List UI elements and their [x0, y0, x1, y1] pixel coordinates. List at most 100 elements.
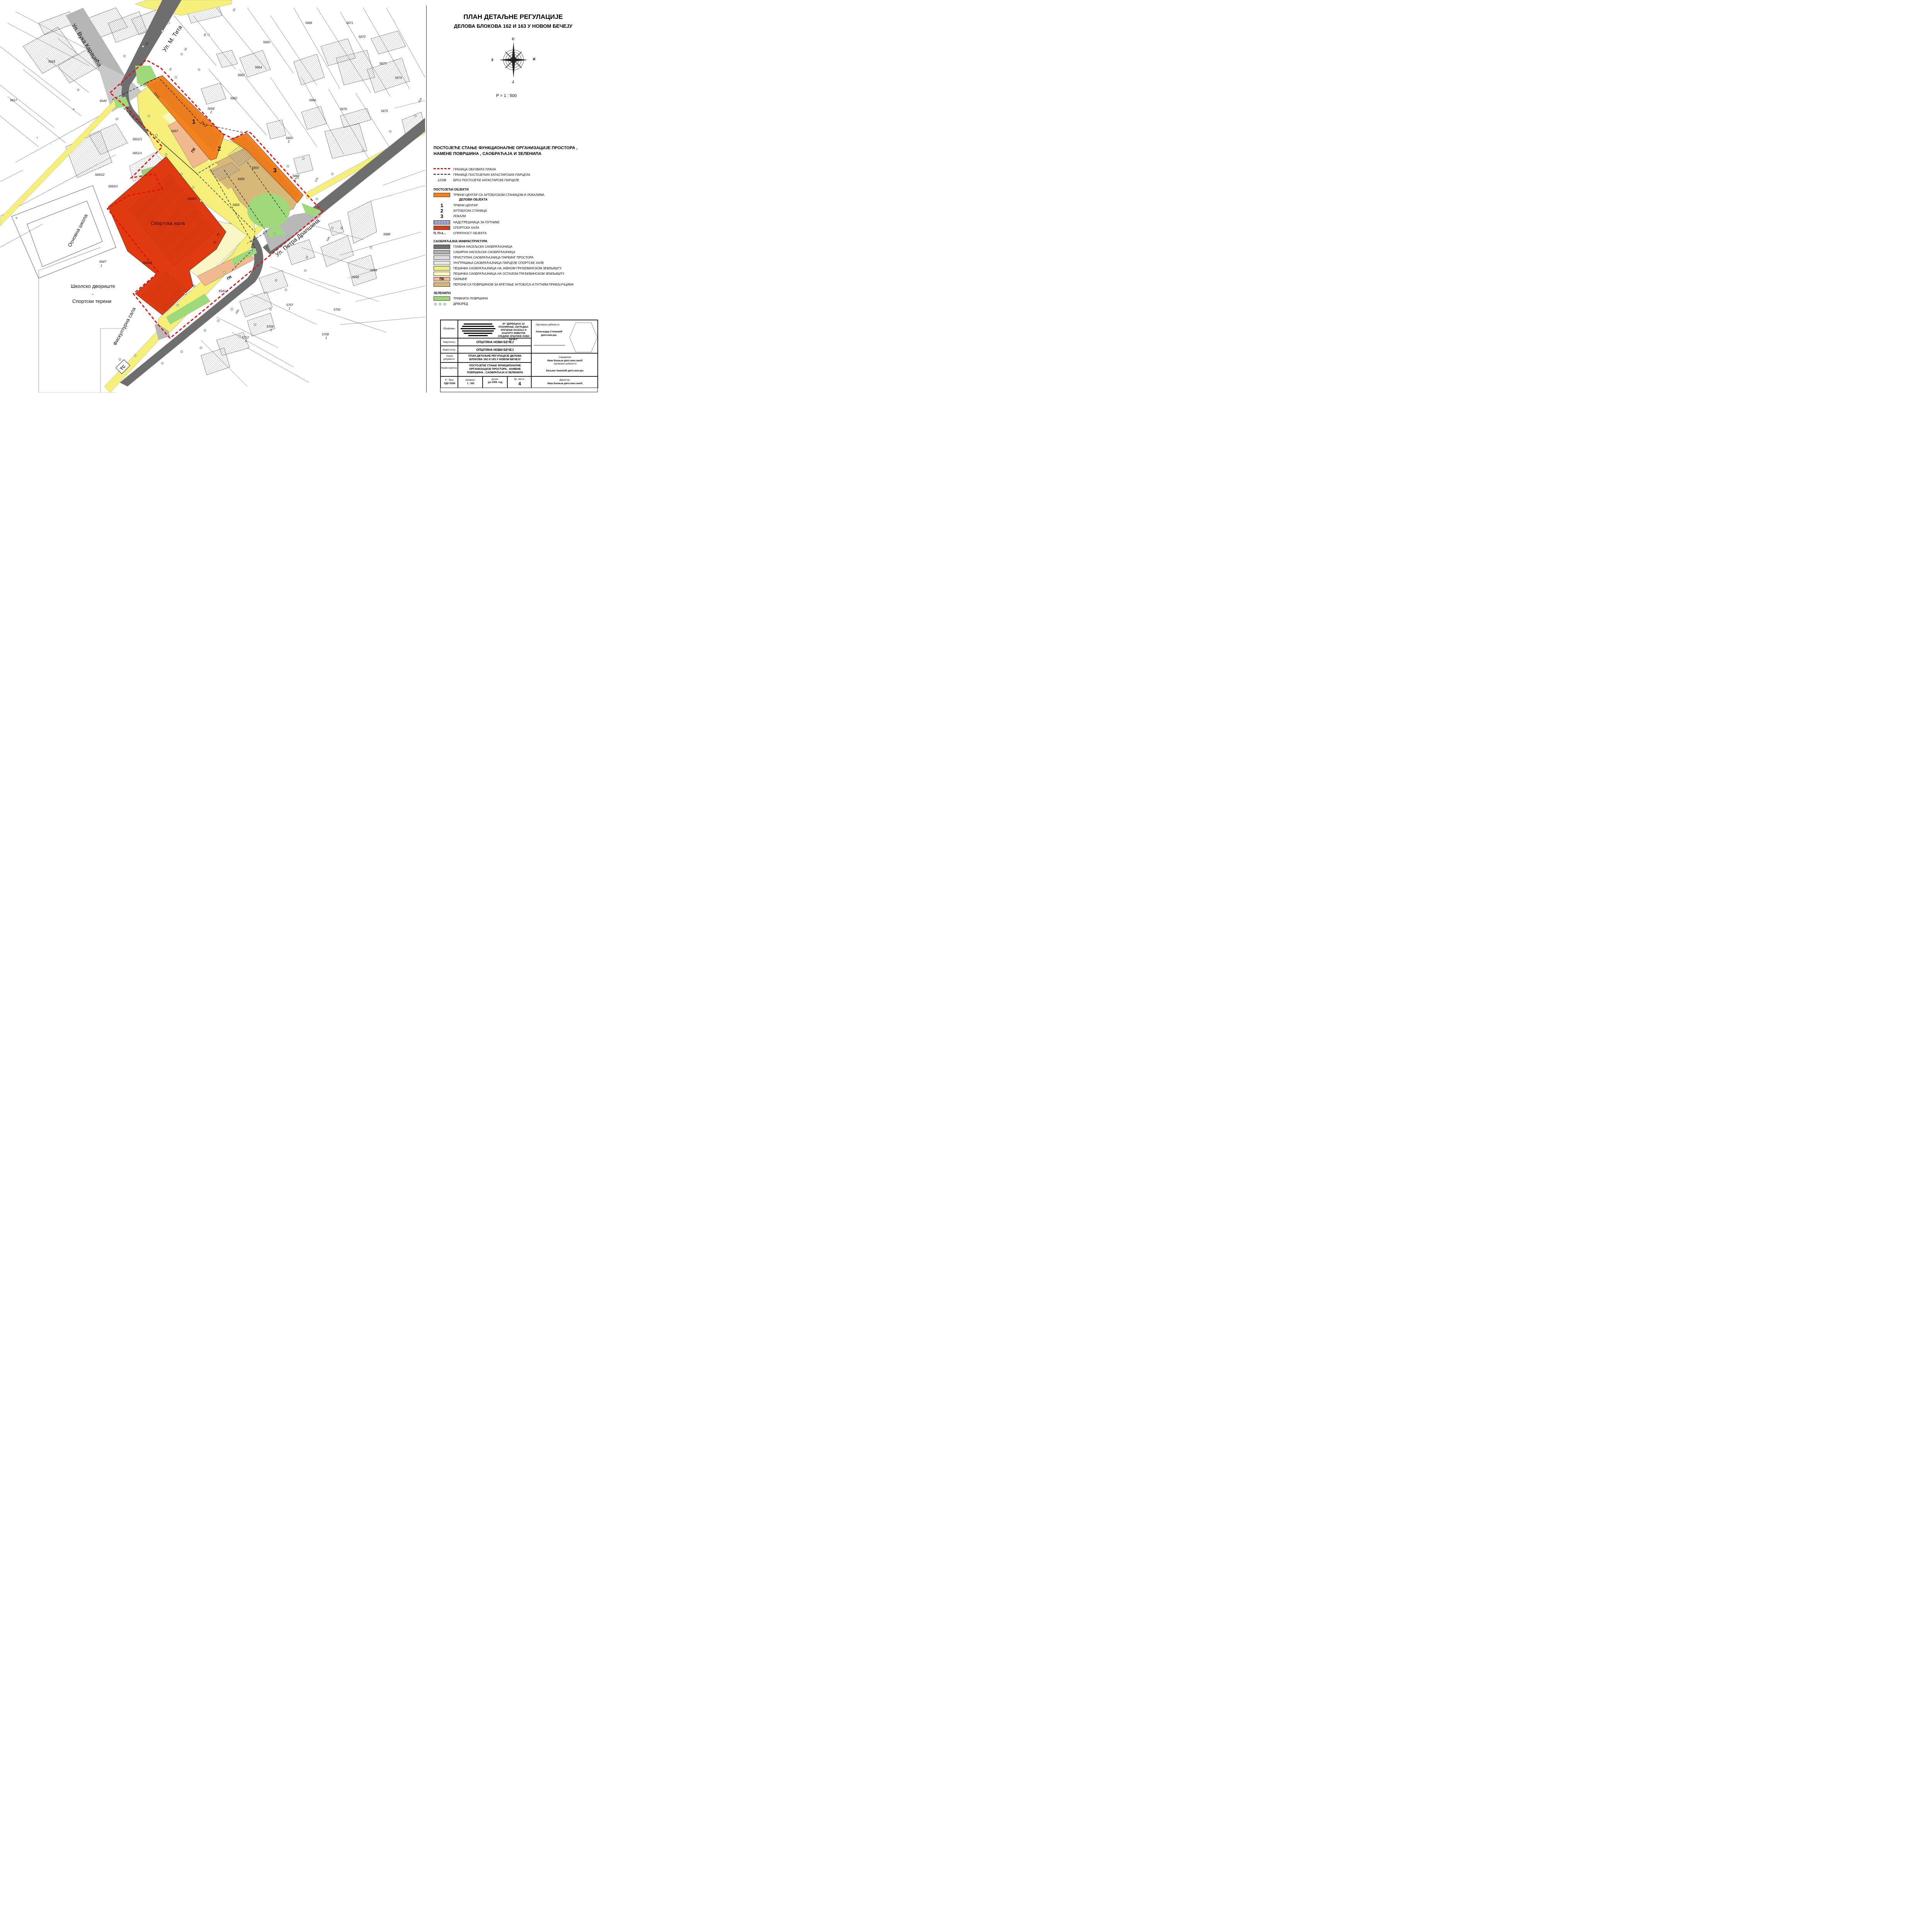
- legend-cadastral: ГРАНИЦЕ ПОСТОЈЕЋИХ КАТАСТАРСКИХ ПАРЦЕЛА: [434, 172, 600, 177]
- tb-investor: ОПШТИНА НОВИ БЕЧЕЈ: [476, 348, 514, 352]
- svg-text:5665: 5665: [263, 41, 270, 44]
- svg-text:5648/2: 5648/2: [143, 261, 152, 265]
- compass-rose-icon: [500, 42, 527, 78]
- legend-section-title: ПОСТОЈЕЋЕ СТАЊЕ ФУНКЦИОНАЛНЕ ОРГАНИЗАЦИЈ…: [434, 146, 578, 156]
- svg-text:5674: 5674: [395, 76, 402, 80]
- svg-text:5675: 5675: [381, 109, 388, 113]
- stamp-hexagon: [569, 322, 598, 352]
- legend-parking: ПК ПАРКИНГ: [434, 276, 600, 282]
- legend-ped-public: ПЕШАЧКА САОБРАЋАЈНИЦА НА ЈАВНОМ ГРАЂЕВИН…: [434, 265, 600, 271]
- tb-director: Иван Бошњак дипл.инж.сааоб.: [547, 383, 583, 385]
- legend-access-road: ПРИСТУПНА САОБРАЋАЈНИЦА ПАРКИНГ ПРОСТОРА: [434, 255, 600, 260]
- legend-ped-other: ПЕШАЧКА САОБРАЋАЈНИЦА НА ОСТАЛОМ ГРАЂЕВИ…: [434, 271, 600, 276]
- legend-part1: 1 ТРЖНИ ЦЕНТАР: [440, 202, 478, 208]
- map-scale: Р = 1 : 500: [496, 94, 517, 98]
- svg-text:5655: 5655: [233, 203, 240, 207]
- svg-text:6540: 6540: [100, 99, 107, 103]
- tb-scale: 1 : 500: [467, 383, 474, 385]
- svg-text:5666: 5666: [309, 99, 316, 102]
- legend-part2: 2 АУТОБУСКА СТАНИЦА: [440, 208, 487, 214]
- svg-text:5616: 5616: [48, 60, 55, 63]
- compass-west: З: [491, 58, 493, 62]
- plan-title: ПЛАН ДЕТАЉНЕ РЕГУЛАЦИЈЕ: [463, 13, 563, 20]
- svg-text:6541: 6541: [219, 289, 226, 293]
- legend-market: ТРЖНИ ЦЕНТАР СА АУТОБУСКОМ СТАНИЦОМ И ЛО…: [434, 192, 600, 197]
- label-yard-dash: -: [92, 291, 94, 297]
- svg-text:5651/1: 5651/1: [133, 151, 142, 155]
- legend-traffic-heading: САОБРАЋАЈНА ИНФРАСТРУКТУРА: [434, 240, 488, 243]
- svg-text:5712: 5712: [242, 336, 249, 339]
- svg-text:5688: 5688: [383, 233, 390, 236]
- legend-internal-road: УНУТРАШЊА САОБРАЋАЈНИЦА ПАРЦЕЛЕ СПОРТСКЕ…: [434, 260, 600, 265]
- legend-trees: ДРВОРЕД: [434, 301, 600, 306]
- svg-text:5656: 5656: [238, 177, 245, 181]
- svg-text:5652/1: 5652/1: [133, 138, 142, 141]
- tb-date: јун 2009. год.: [488, 381, 503, 384]
- legend-main-road: ГЛАВНА НАСЕЉСКА САОБРАЋАЈНИЦА: [434, 244, 600, 249]
- svg-text:5657: 5657: [171, 129, 178, 133]
- org-logo-icon: [461, 323, 495, 336]
- svg-text:5664: 5664: [255, 66, 262, 69]
- legend-greenery-heading: ЗЕЛЕНИЛО: [434, 291, 451, 295]
- svg-text:5650/3: 5650/3: [108, 185, 118, 188]
- part-3: 3: [273, 167, 277, 174]
- tb-org-cell: ЈП "ДИРЕКЦИЈА ЗА ПЛАНИРАЊЕ, ИЗГРАДЊУ, УР…: [458, 320, 531, 341]
- svg-text:2: 2: [210, 111, 212, 114]
- legend-parcel-number: 12338 БРОЈ ПОСТОЈЕЋЕ КАТАСТАРСКЕ ПАРЦЕЛЕ: [437, 178, 519, 182]
- legend-boundary: ГРАНИЦА ОБУХВАТА ПЛАНА: [434, 167, 600, 172]
- svg-text:5648/1: 5648/1: [187, 197, 197, 201]
- part-2: 2: [218, 146, 221, 152]
- legend-platforms: ПЕРОНИ СА ПОВРШИНОМ ЗА КРЕТАЊЕ АУТОБУСА …: [434, 282, 600, 287]
- svg-text:5658: 5658: [207, 107, 214, 111]
- legend-collector-road: САБИРНА НАСЕЉСКА САОБРАЋАЈНИЦА: [434, 249, 600, 255]
- svg-text:5708: 5708: [322, 333, 329, 336]
- svg-text:5663: 5663: [238, 73, 245, 77]
- tb-annex-name: ПОСТОЈЕЋЕ СТАЊЕ ФУНКЦИОНАЛНЕ ОРГАНИЗАЦИЈ…: [467, 364, 523, 374]
- svg-text:5672: 5672: [359, 35, 366, 39]
- regulation-map: Ул. Вука Караџића Ул. М. Тита Ул. Петра …: [0, 0, 426, 393]
- label-sports-hall: Спортска хала: [151, 220, 185, 226]
- svg-text:1: 1: [100, 264, 102, 267]
- compass-south: Ј: [512, 80, 514, 84]
- svg-text:5709: 5709: [267, 325, 274, 328]
- svg-text:5660: 5660: [293, 174, 299, 178]
- label-schoolyard: Школско двориште: [71, 283, 115, 289]
- svg-text:2: 2: [287, 140, 290, 143]
- svg-text:5668: 5668: [305, 21, 312, 25]
- svg-text:2: 2: [294, 178, 296, 181]
- svg-text:1: 1: [270, 328, 272, 332]
- svg-text:5650/2: 5650/2: [95, 173, 105, 177]
- tb-planner-cell: Одговорни урбаниста: Александар Стевкови…: [531, 320, 598, 353]
- svg-text:1: 1: [325, 336, 327, 340]
- tb-doc-name: ПЛАН ДЕТАЉНЕ РЕГУЛАЦИЈЕ ДЕЛОВА БЛОКОВА 1…: [468, 355, 522, 361]
- legend-object-parts-heading: ДЕЛОВИ ОБЈЕКТА: [459, 198, 488, 201]
- title-block: Обрађивач : ЈП "ДИРЕКЦИЈА ЗА ПЛАНИРАЊЕ, …: [440, 320, 598, 392]
- part-1: 1: [192, 119, 196, 125]
- label-sports-fields: Спортски терени: [72, 298, 111, 304]
- legend-panel: ПЛАН ДЕТАЉНЕ РЕГУЛАЦИЈЕ ДЕЛОВА БЛОКОВА 1…: [426, 5, 604, 393]
- svg-text:1: 1: [245, 339, 247, 343]
- svg-text:5696: 5696: [370, 269, 377, 272]
- tb-collaborators: Сарадници: Иван Бошњак дипл.инж.сааоб. о…: [531, 353, 598, 376]
- compass-north: С: [512, 37, 515, 41]
- tb-eno: ПДР 03/09: [444, 383, 456, 385]
- legend-canopy: НАДСТРЕШНИЦА ЗА ПУТНИКЕ: [434, 219, 600, 225]
- svg-text:5659: 5659: [252, 166, 259, 170]
- svg-text:5661: 5661: [286, 136, 293, 140]
- svg-text:5700: 5700: [333, 308, 340, 311]
- legend-existing-objects-heading: ПОСТОЈЕЋИ ОБЈЕКТИ: [434, 188, 469, 191]
- svg-text:5662: 5662: [230, 97, 237, 100]
- tb-sheet: 4: [518, 381, 521, 386]
- legend-part3: 3 ЛОКАЛИ: [440, 213, 466, 219]
- svg-text:1: 1: [289, 307, 290, 310]
- legend-sports-hall: СПОРТСКА ХАЛА: [434, 225, 600, 230]
- svg-text:5671: 5671: [346, 21, 353, 25]
- compass-east: И: [533, 57, 536, 61]
- svg-text:5647: 5647: [99, 260, 106, 264]
- tb-client: ОПШТИНА НОВИ БЕЧЕЈ: [476, 340, 514, 344]
- svg-text:5673: 5673: [379, 62, 386, 65]
- svg-text:5707: 5707: [286, 303, 293, 307]
- legend-floors: П, П+1... СПРАТНОСТ ОБЈЕКТА: [434, 231, 486, 235]
- tb-prepared-cell: Обрађивач :: [440, 320, 458, 338]
- svg-text:5698: 5698: [352, 276, 359, 279]
